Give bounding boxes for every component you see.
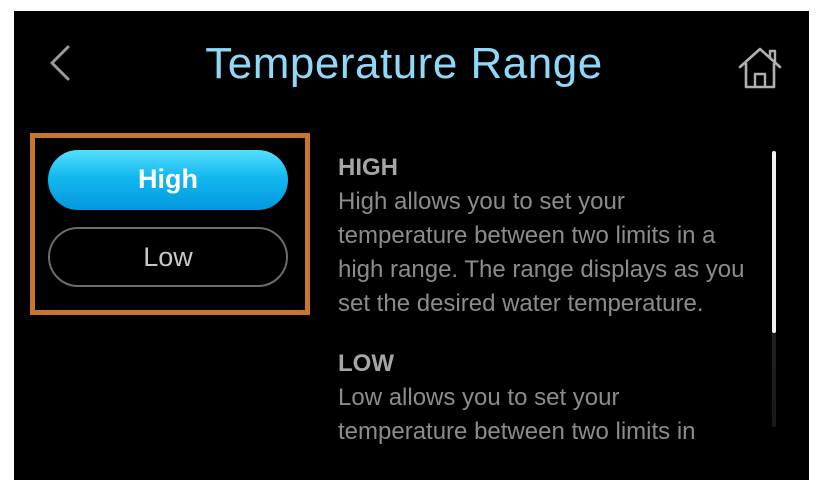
low-option-button[interactable]: Low [48, 227, 288, 287]
home-button[interactable] [736, 45, 784, 91]
scrollbar-thumb[interactable] [772, 151, 776, 333]
low-description-text: Low allows you to set your temperature b… [338, 384, 696, 445]
back-button[interactable] [42, 41, 78, 85]
high-option-button[interactable]: High [48, 150, 288, 210]
device-screen: Temperature Range High Low HIGH High all… [14, 11, 809, 480]
low-description-heading: LOW [338, 350, 394, 377]
high-description-heading: HIGH [338, 154, 398, 181]
home-icon [738, 47, 782, 89]
high-description-text: High allows you to set your temperature … [338, 188, 745, 317]
page-title: Temperature Range [205, 39, 603, 88]
chevron-left-icon [50, 45, 70, 81]
description-panel: HIGH High allows you to set your tempera… [338, 151, 748, 468]
